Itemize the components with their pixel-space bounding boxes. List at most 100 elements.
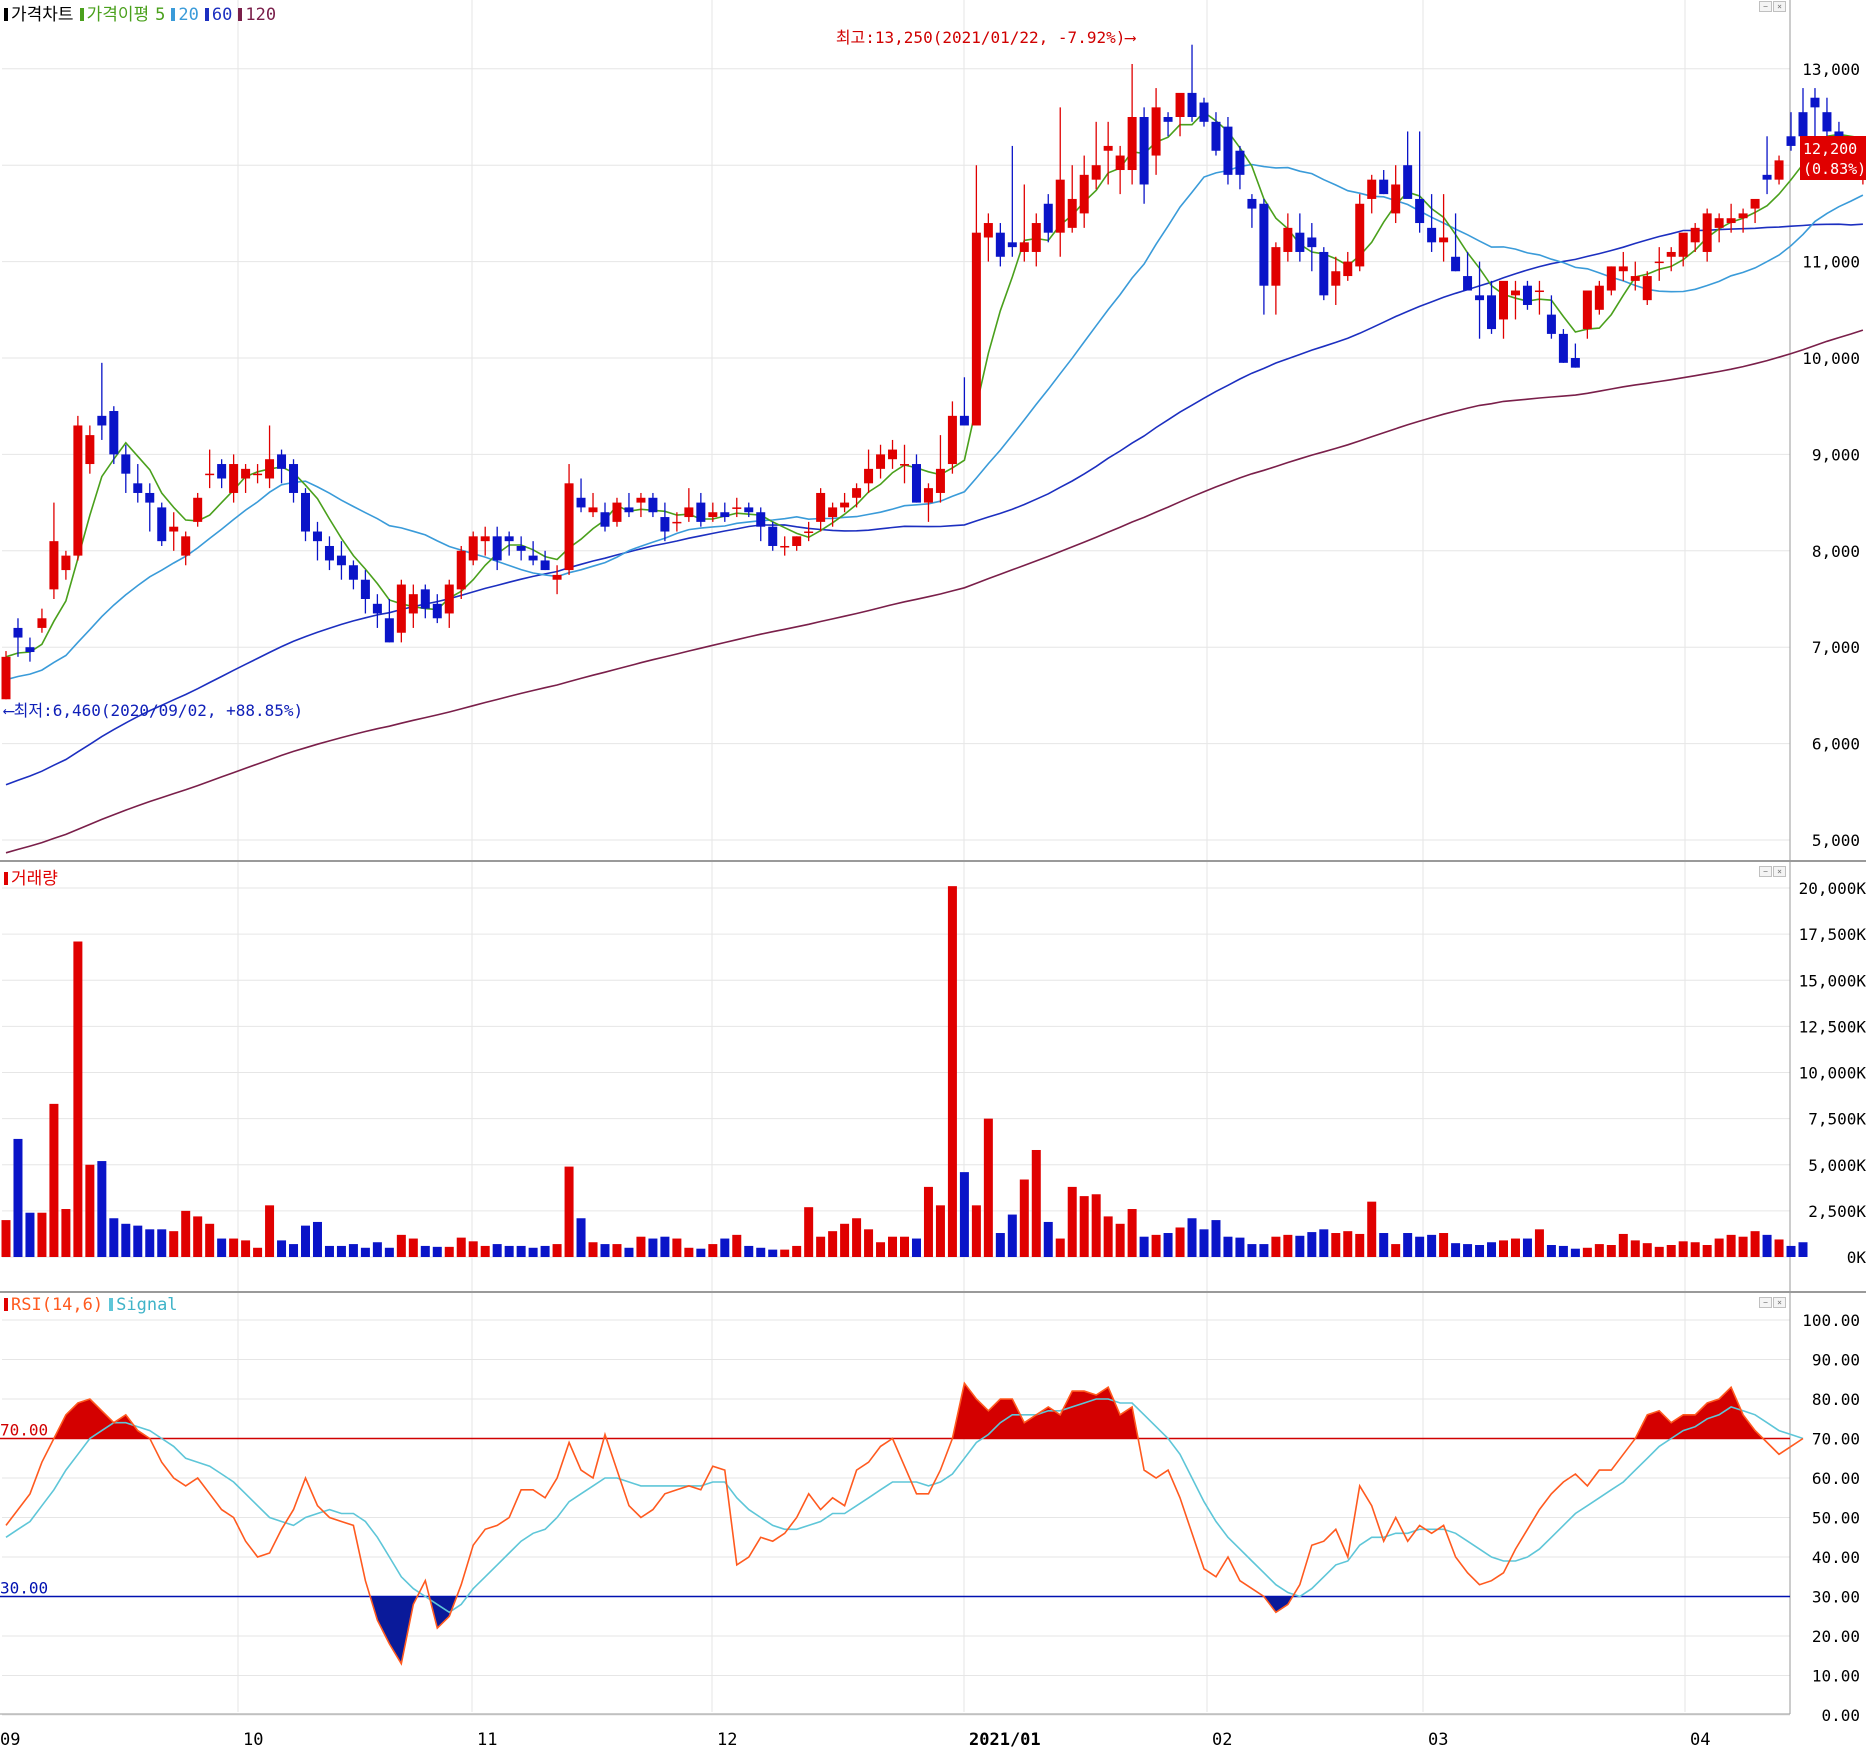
price-close-button[interactable]: × bbox=[1773, 1, 1786, 12]
rsi-y-tick-label: 40.00 bbox=[1812, 1548, 1860, 1567]
volume-bar bbox=[684, 1247, 694, 1257]
rsi-y-tick-label: 100.00 bbox=[1802, 1311, 1860, 1330]
volume-bar bbox=[552, 1244, 562, 1257]
x-axis-month-label: 09 bbox=[0, 1730, 20, 1748]
volume-close-button[interactable]: × bbox=[1773, 866, 1786, 877]
candle-body bbox=[876, 454, 886, 469]
volume-bar bbox=[1463, 1244, 1473, 1257]
volume-bar bbox=[768, 1249, 778, 1257]
volume-bar bbox=[372, 1242, 382, 1257]
rsi-minimize-button[interactable]: − bbox=[1759, 1297, 1772, 1308]
candle bbox=[1355, 194, 1365, 272]
volume-bar bbox=[1127, 1209, 1137, 1257]
volume-bar bbox=[217, 1238, 227, 1257]
candle-body bbox=[1019, 242, 1029, 252]
candle bbox=[157, 502, 167, 546]
volume-bar bbox=[360, 1247, 370, 1257]
volume-bar bbox=[864, 1229, 874, 1257]
rsi-y-tick-label: 20.00 bbox=[1812, 1627, 1860, 1646]
volume-y-tick-label: 5,000K bbox=[1808, 1156, 1866, 1175]
volume-bar bbox=[540, 1245, 550, 1257]
candle-body bbox=[1079, 174, 1089, 214]
volume-bar bbox=[720, 1238, 730, 1257]
volume-bar bbox=[516, 1245, 526, 1257]
candle-body bbox=[1367, 179, 1377, 199]
volume-bar bbox=[121, 1223, 131, 1257]
candle-body bbox=[1654, 261, 1664, 264]
candle-body bbox=[1522, 285, 1532, 305]
candle-body bbox=[1451, 256, 1461, 272]
volume-minimize-button[interactable]: − bbox=[1759, 866, 1772, 877]
volume-bar bbox=[744, 1245, 754, 1257]
candle bbox=[1558, 329, 1568, 363]
volume-bar bbox=[900, 1236, 909, 1257]
candle-body bbox=[1031, 223, 1041, 252]
volume-bar bbox=[923, 1186, 933, 1257]
candle-body bbox=[852, 488, 862, 498]
signal-label: Signal bbox=[116, 1295, 178, 1315]
candle-body bbox=[480, 536, 490, 542]
candle-body bbox=[1487, 295, 1497, 330]
candle-body bbox=[864, 468, 874, 484]
candle-body bbox=[169, 526, 179, 532]
volume-bar bbox=[97, 1161, 107, 1257]
volume-bar bbox=[25, 1212, 35, 1257]
volume-bar bbox=[1307, 1232, 1317, 1257]
volume-bar bbox=[1379, 1233, 1389, 1257]
candle-body bbox=[756, 512, 766, 527]
volume-bar bbox=[1750, 1231, 1760, 1257]
candle bbox=[1642, 271, 1652, 305]
candle-body bbox=[1463, 276, 1473, 291]
volume-bar bbox=[732, 1234, 742, 1257]
price-minimize-button[interactable]: − bbox=[1759, 1, 1772, 12]
volume-bar bbox=[181, 1210, 191, 1257]
candle-body bbox=[13, 627, 23, 638]
volume-bar bbox=[1331, 1233, 1341, 1257]
volume-bar bbox=[49, 1103, 59, 1257]
volume-bar bbox=[1762, 1234, 1772, 1257]
candle bbox=[193, 492, 203, 527]
candle-body bbox=[1151, 107, 1161, 156]
x-axis-month-label: 03 bbox=[1428, 1730, 1448, 1748]
volume-bar bbox=[1606, 1245, 1616, 1257]
volume-bar bbox=[911, 1238, 921, 1257]
candle-body bbox=[444, 584, 454, 614]
candle-body bbox=[888, 449, 898, 460]
volume-bar bbox=[145, 1229, 155, 1257]
volume-bar bbox=[1439, 1233, 1449, 1257]
rsi-upper-line-label: 70.00 bbox=[0, 1421, 48, 1440]
volume-bar bbox=[396, 1234, 406, 1257]
candle-body bbox=[25, 647, 35, 653]
ma-period-120: 120 bbox=[245, 5, 277, 25]
volume-bar bbox=[1079, 1196, 1089, 1257]
candle-body bbox=[1355, 203, 1365, 267]
candle-body bbox=[1690, 227, 1700, 243]
volume-bar bbox=[1187, 1218, 1197, 1257]
volume-bar bbox=[336, 1245, 346, 1257]
candle-body bbox=[432, 603, 442, 619]
candle-body bbox=[744, 507, 754, 513]
volume-bar bbox=[1271, 1236, 1281, 1257]
rsi-y-tick-label: 30.00 bbox=[1812, 1588, 1860, 1607]
volume-y-tick-label: 17,500K bbox=[1799, 925, 1866, 944]
volume-y-tick-label: 2,500K bbox=[1808, 1202, 1866, 1221]
rsi-close-button[interactable]: × bbox=[1773, 1297, 1786, 1308]
candle-body bbox=[780, 545, 790, 548]
volume-bar bbox=[1343, 1231, 1353, 1257]
volume-bar bbox=[1714, 1238, 1724, 1257]
rsi-y-tick-label: 90.00 bbox=[1812, 1351, 1860, 1370]
candle-body bbox=[121, 454, 131, 474]
volume-bar bbox=[1690, 1242, 1700, 1257]
candle-body bbox=[1403, 165, 1413, 199]
candle-body bbox=[1319, 251, 1329, 296]
volume-bar bbox=[480, 1245, 490, 1257]
candle-body bbox=[935, 468, 945, 493]
candle-body bbox=[1091, 165, 1101, 180]
volume-bar bbox=[600, 1244, 610, 1257]
volume-bar bbox=[971, 1205, 981, 1257]
candle-body bbox=[720, 512, 730, 518]
volume-bar bbox=[876, 1242, 886, 1257]
volume-bar bbox=[1630, 1240, 1640, 1257]
candle bbox=[1319, 247, 1329, 301]
candle-body bbox=[804, 531, 814, 534]
